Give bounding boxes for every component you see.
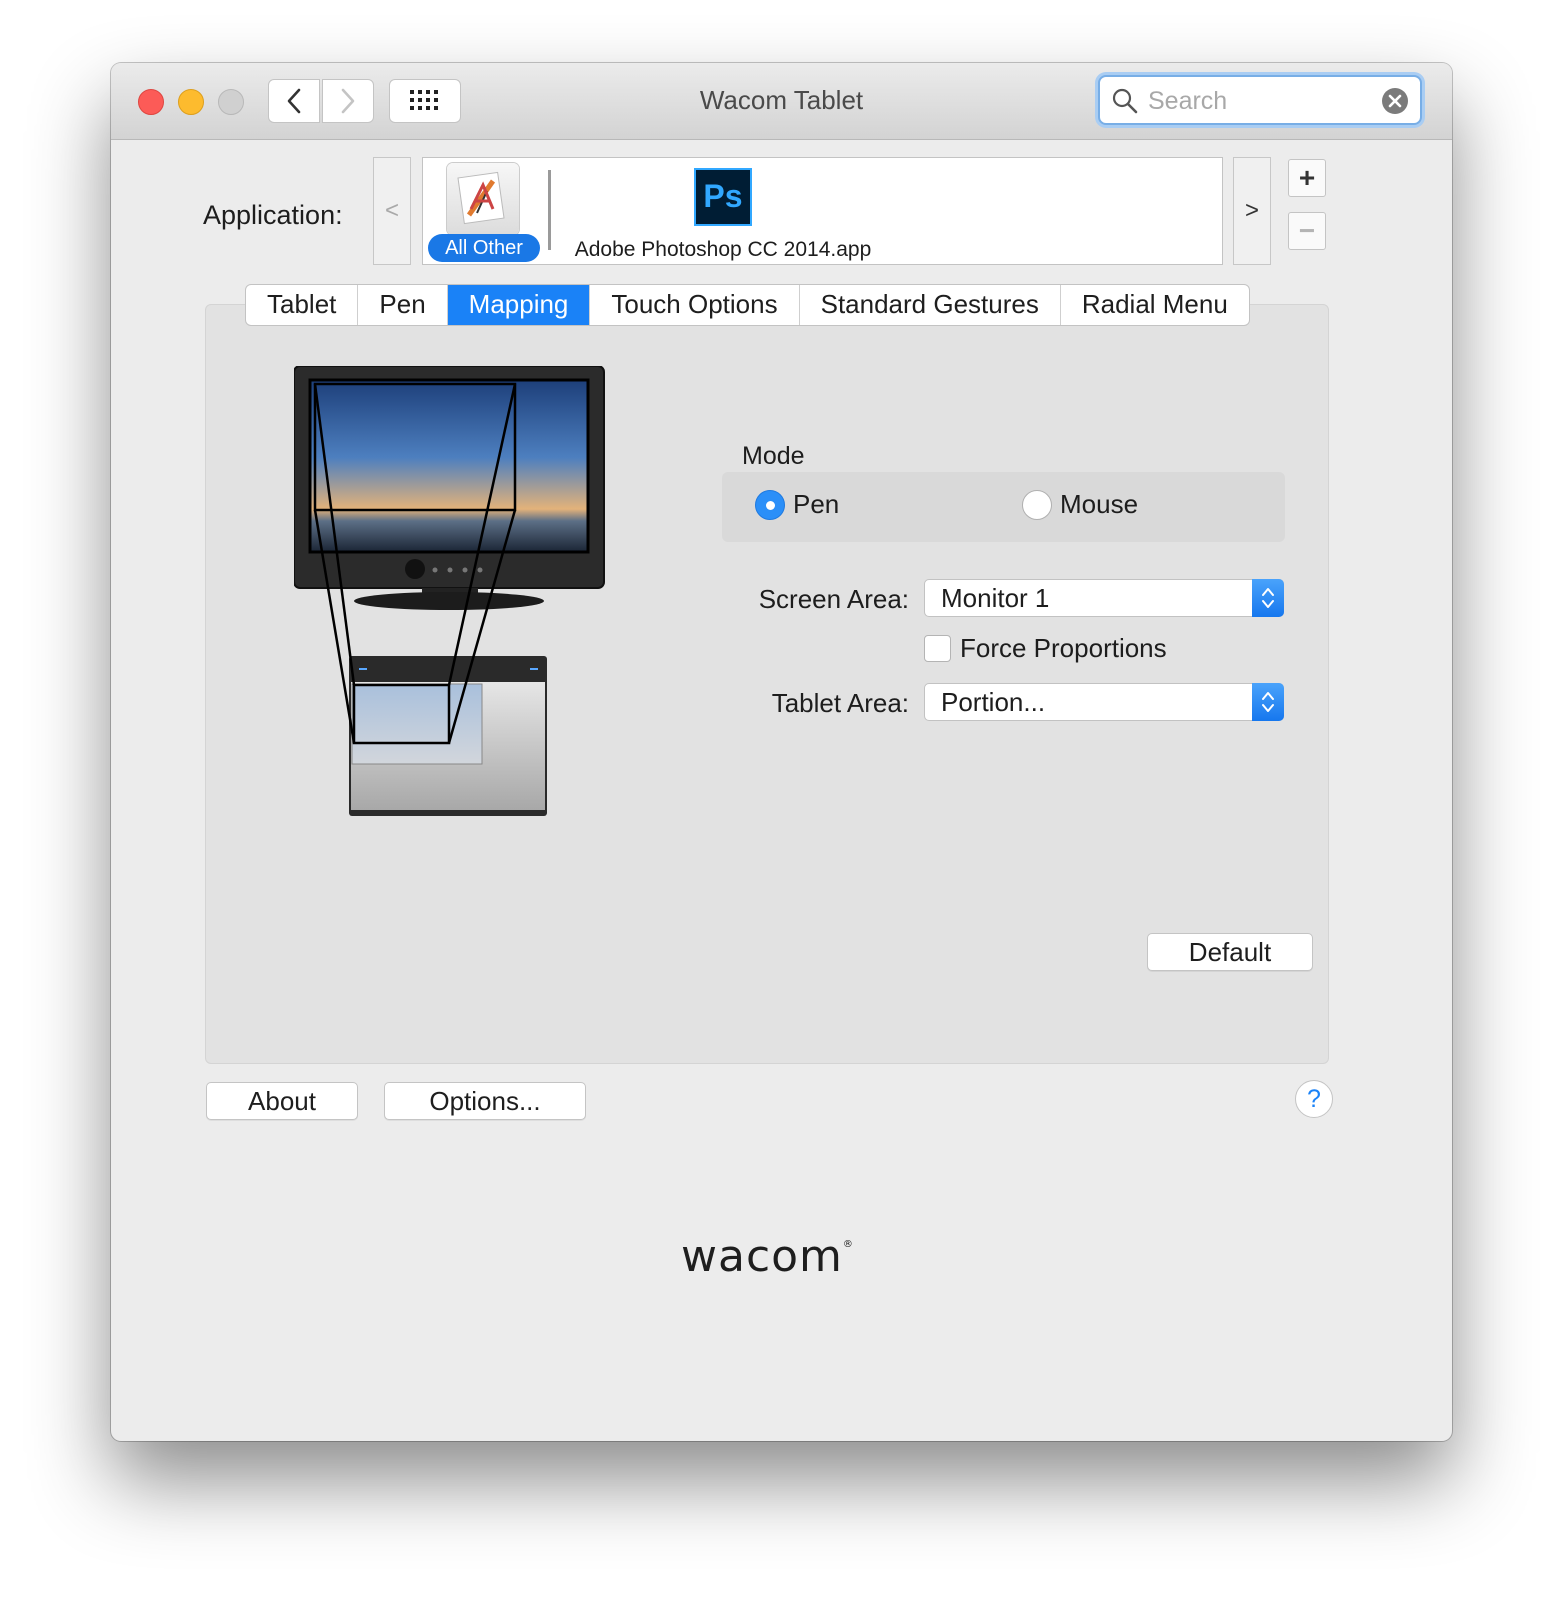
wacom-logo: wacom® [681,1231,854,1282]
screen-area-value: Monitor 1 [941,583,1050,613]
force-proportions-checkbox[interactable] [924,635,951,662]
remove-application-button[interactable]: − [1288,212,1326,250]
application-divider [548,170,551,250]
application-item-label: Adobe Photoshop CC 2014.app [574,238,872,261]
default-button[interactable]: Default [1147,933,1313,971]
application-list: All Other Ps Adobe Photoshop CC 2014.app [422,157,1223,265]
clear-search-icon[interactable] [1382,88,1408,114]
preferences-window: Wacom Tablet Application: < [111,63,1452,1441]
tablet-area-select[interactable]: Portion... [924,683,1284,721]
application-item-photoshop[interactable]: Ps Adobe Photoshop CC 2014.app [553,158,1013,264]
mode-mouse-option[interactable]: Mouse [1022,489,1138,520]
tab-pen[interactable]: Pen [358,285,448,325]
tablet-area-label: Tablet Area: [771,688,909,718]
application-scroll-left-button[interactable]: < [373,157,411,265]
search-input[interactable] [1146,86,1380,116]
title-bar: Wacom Tablet [111,63,1452,140]
mode-mouse-label: Mouse [1060,489,1139,519]
tab-bar: Tablet Pen Mapping Touch Options Standar… [245,284,1250,326]
tab-standard-gestures[interactable]: Standard Gestures [800,285,1061,325]
screen-area-label: Screen Area: [758,584,909,614]
application-scroll-right-button[interactable]: > [1233,157,1271,265]
options-button[interactable]: Options... [384,1082,586,1120]
mapping-illustration [294,366,605,816]
mode-pen-label: Pen [793,489,840,519]
all-other-apps-icon [447,163,519,235]
stepper-arrows-icon [1252,579,1284,617]
tab-radial-menu[interactable]: Radial Menu [1061,285,1249,325]
mode-pen-option[interactable]: Pen [755,489,839,520]
mode-pen-radio[interactable] [755,489,785,520]
mode-label: Mode [742,442,805,470]
stepper-arrows-icon [1252,683,1284,721]
search-icon [1112,88,1138,114]
application-label: Application: [203,200,343,230]
mode-mouse-radio[interactable] [1022,489,1052,520]
application-item-all-other[interactable]: All Other [423,158,547,264]
application-item-label: All Other [428,234,540,262]
tablet-area-value: Portion... [941,687,1046,717]
mode-group: Pen Mouse [722,472,1285,542]
search-field[interactable] [1098,75,1422,125]
tab-touch-options[interactable]: Touch Options [590,285,800,325]
wacom-logo-text: wacom [681,1231,843,1282]
tab-mapping[interactable]: Mapping [447,285,591,325]
add-application-button[interactable]: + [1288,159,1326,197]
screen-area-select[interactable]: Monitor 1 [924,579,1284,617]
help-button[interactable]: ? [1295,1080,1333,1118]
about-button[interactable]: About [206,1082,358,1120]
force-proportions-label[interactable]: Force Proportions [960,633,1167,664]
tab-tablet[interactable]: Tablet [246,285,359,325]
photoshop-icon: Ps [694,168,752,226]
